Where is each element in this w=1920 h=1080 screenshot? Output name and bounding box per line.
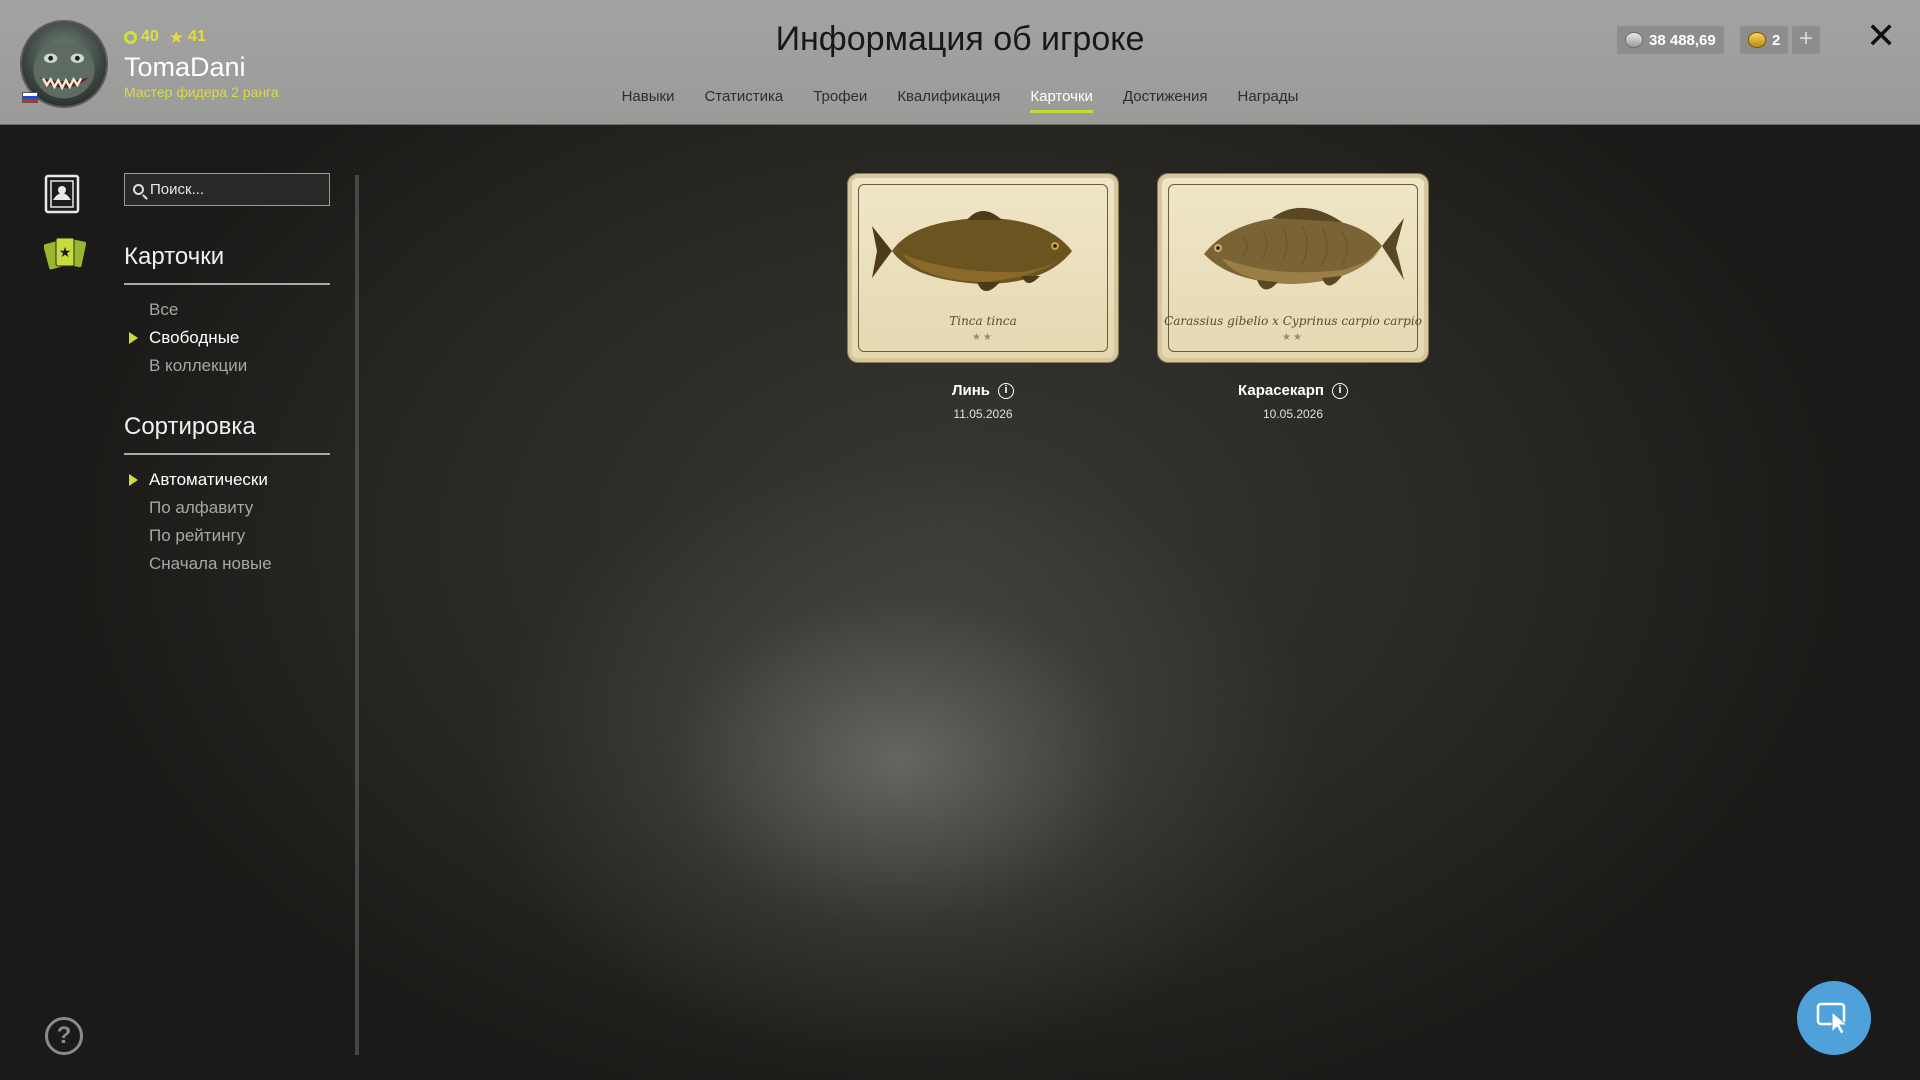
- tab-skills[interactable]: Навыки: [622, 88, 675, 111]
- tab-achievements[interactable]: Достижения: [1123, 88, 1208, 111]
- card-date: 10.05.2026: [1262, 407, 1324, 421]
- card-image: Carassius gibelio x Cyprinus carpio carp…: [1158, 174, 1428, 362]
- silver-amount: 38 488,69: [1649, 31, 1716, 49]
- sort-rating[interactable]: По рейтингу: [149, 522, 272, 550]
- gold-coin-icon: [1748, 32, 1766, 48]
- silver-balance: 38 488,69: [1617, 26, 1724, 54]
- fish-card[interactable]: Carassius gibelio x Cyprinus carpio carp…: [1158, 174, 1428, 421]
- card-name: Карасекарп: [1238, 382, 1324, 399]
- search-box[interactable]: [124, 173, 330, 206]
- cursor-icon: [1816, 1002, 1849, 1035]
- silver-coin-icon: [1625, 32, 1643, 48]
- sort-section-divider: [124, 453, 330, 455]
- cards-icon[interactable]: ★: [44, 234, 86, 274]
- player-card-icon[interactable]: [44, 174, 80, 214]
- gold-balance: 2: [1740, 26, 1789, 54]
- header: 40 ★ 41 TomaDani Мастер фидера 2 ранга И…: [0, 0, 1920, 125]
- tab-trophies[interactable]: Трофеи: [813, 88, 867, 111]
- filter-all[interactable]: Все: [149, 296, 247, 324]
- close-icon[interactable]: ✕: [1866, 18, 1896, 54]
- gold-amount: 2: [1772, 31, 1781, 49]
- filter-in-collection[interactable]: В коллекции: [149, 352, 247, 380]
- fish-card[interactable]: Tinca tinca ★★ Линь i 11.05.2026: [848, 174, 1118, 421]
- sort-newest[interactable]: Сначала новые: [149, 550, 272, 578]
- help-icon[interactable]: ?: [45, 1017, 83, 1055]
- card-stars: ★★: [972, 332, 994, 343]
- add-currency-button[interactable]: +: [1792, 26, 1820, 54]
- card-title: Карасекарп i: [1158, 382, 1428, 399]
- cards-section-title: Карточки: [124, 243, 225, 270]
- card-title: Линь i: [848, 382, 1118, 399]
- tab-cards[interactable]: Карточки: [1030, 88, 1093, 113]
- sort-alphabet[interactable]: По алфавиту: [149, 494, 272, 522]
- cards-filter-menu: Все Свободные В коллекции: [128, 296, 247, 380]
- sort-auto[interactable]: Автоматически: [129, 466, 272, 494]
- card-date: 11.05.2026: [953, 407, 1013, 421]
- tab-qualification[interactable]: Квалификация: [897, 88, 1000, 111]
- sort-menu: Автоматически По алфавиту По рейтингу Сн…: [129, 466, 272, 578]
- info-icon[interactable]: i: [1331, 382, 1348, 399]
- filter-free[interactable]: Свободные: [128, 324, 247, 352]
- tench-fish-image: [872, 211, 1072, 291]
- tab-statistics[interactable]: Статистика: [704, 88, 783, 111]
- tab-bar: Навыки Статистика Трофеи Квалификация Ка…: [0, 88, 1920, 113]
- tab-rewards[interactable]: Награды: [1238, 88, 1299, 111]
- sidebar-scrollbar[interactable]: [355, 175, 359, 1055]
- card-stars: ★★: [1282, 332, 1304, 343]
- card-latin-name: Tinca tinca: [949, 314, 1017, 328]
- card-latin-name: Carassius gibelio x Cyprinus carpio carp…: [1164, 314, 1422, 328]
- interaction-mode-button[interactable]: [1797, 981, 1871, 1055]
- search-input[interactable]: [150, 181, 320, 198]
- card-name: Линь: [951, 382, 991, 399]
- carp-hybrid-fish-image: [1204, 207, 1404, 290]
- svg-text:★: ★: [59, 245, 72, 261]
- sort-section-title: Сортировка: [124, 413, 256, 440]
- search-icon: [133, 184, 144, 195]
- cards-section-divider: [124, 283, 330, 285]
- card-image: Tinca tinca ★★: [848, 174, 1118, 362]
- info-icon[interactable]: i: [998, 382, 1015, 399]
